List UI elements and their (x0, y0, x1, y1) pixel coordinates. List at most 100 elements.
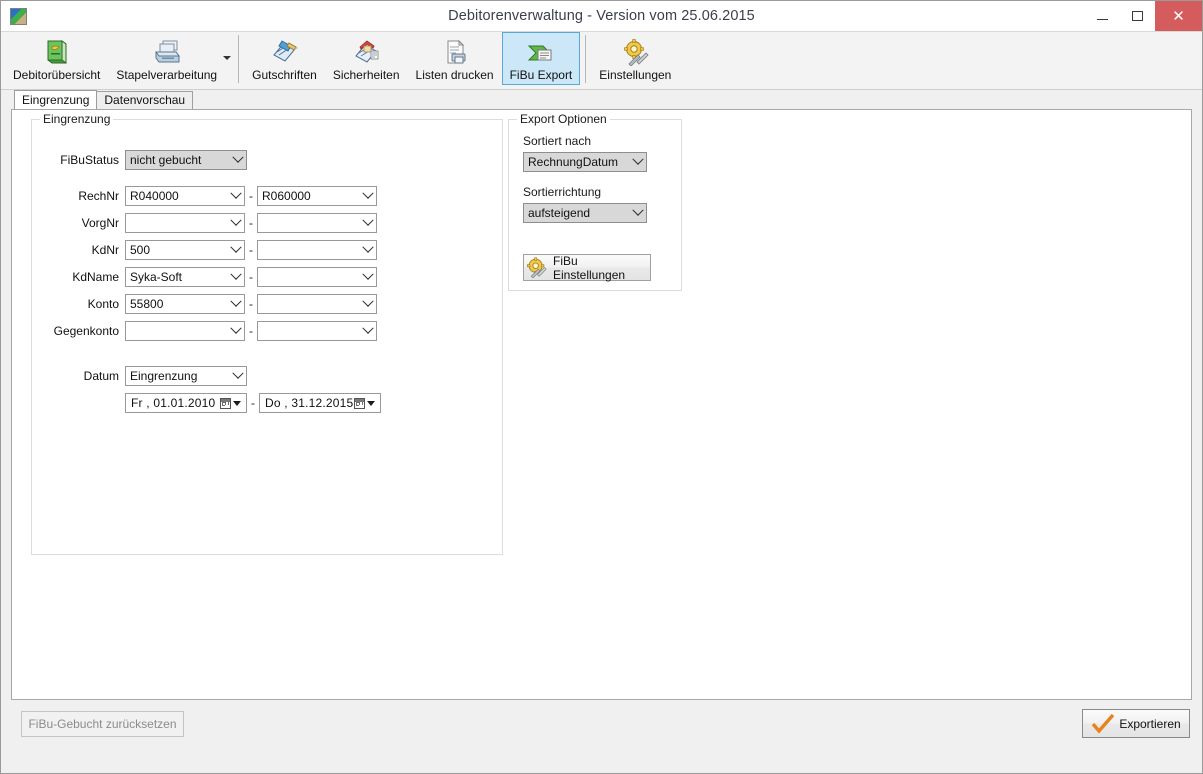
fibu-einstellungen-button[interactable]: FiBu Einstellungen (523, 254, 651, 281)
toolbar-label: Debitorübersicht (13, 68, 100, 82)
reset-button-label: FiBu-Gebucht zurücksetzen (28, 717, 176, 731)
label-rechnr: RechNr (31, 189, 125, 203)
label-sortiert-nach: Sortiert nach (523, 134, 591, 148)
tab-content-panel: Eingrenzung FiBuStatus nicht gebucht Rec… (11, 109, 1192, 700)
range-dash: - (245, 243, 257, 257)
toolbar-item-gutschriften[interactable]: Gutschriften (244, 32, 325, 85)
calendar-icon (354, 398, 365, 409)
chevron-down-icon (227, 192, 244, 200)
row-datum-range: Fr , 01.01.2010 - Do , 31.12.2015 (31, 393, 381, 413)
groupbox-export-optionen: Export Optionen Sortiert nach RechnungDa… (508, 119, 682, 291)
fibustatus-combobox[interactable]: nicht gebucht (125, 150, 247, 170)
tab-datenvorschau[interactable]: Datenvorschau (96, 91, 193, 109)
export-button-label: Exportieren (1119, 717, 1180, 731)
toolbar-item-einstellungen[interactable]: Einstellungen (591, 32, 679, 85)
row-gegenkonto: Gegenkonto - (31, 321, 377, 341)
toolbar-item-stapelverarbeitung[interactable]: Stapelverarbeitung (108, 32, 225, 85)
footer-bar: FiBu-Gebucht zurücksetzen Exportieren (1, 700, 1202, 763)
minimize-button[interactable] (1085, 1, 1120, 31)
green-book-icon (42, 37, 72, 67)
konto-to-combobox[interactable] (257, 294, 377, 314)
orange-checkmark-icon (1091, 713, 1115, 735)
label-gegenkonto: Gegenkonto (31, 324, 125, 338)
rechnr-to-combobox[interactable]: R060000 (257, 186, 377, 206)
label-kdname: KdName (31, 270, 125, 284)
stapelverarbeitung-dropdown-icon[interactable] (223, 56, 231, 60)
toolbar-label: Listen drucken (416, 68, 494, 82)
toolbar-label: Einstellungen (599, 68, 671, 82)
row-rechnr: RechNr R040000 - R060000 (31, 186, 377, 206)
toolbar-item-listen-drucken[interactable]: Listen drucken (408, 32, 502, 85)
toolbar-item-sicherheiten[interactable]: Sicherheiten (325, 32, 408, 85)
row-kdname: KdName Syka-Soft - (31, 267, 377, 287)
gegenkonto-from-combobox[interactable] (125, 321, 245, 341)
row-fibustatus: FiBuStatus nicht gebucht (31, 150, 247, 170)
chevron-down-icon (629, 158, 646, 166)
chevron-down-icon (233, 401, 241, 406)
groupbox-title: Eingrenzung (40, 112, 113, 126)
minimize-icon (1097, 19, 1108, 20)
rechnr-from-combobox[interactable]: R040000 (125, 186, 245, 206)
label-datum: Datum (31, 369, 125, 383)
gegenkonto-to-combobox[interactable] (257, 321, 377, 341)
toolbar-label: FiBu Export (510, 68, 573, 82)
chevron-down-icon (359, 327, 376, 335)
sortierrichtung-combobox[interactable]: aufsteigend (523, 203, 647, 223)
range-dash: - (245, 216, 257, 230)
status-grip (1, 763, 1202, 773)
datum-to-value: Do , 31.12.2015 (260, 396, 354, 410)
title-bar: Debitorenverwaltung - Version vom 25.06.… (1, 1, 1202, 31)
maximize-button[interactable] (1120, 1, 1155, 31)
card-file-box-icon (152, 37, 182, 67)
label-kdnr: KdNr (31, 243, 125, 257)
range-dash: - (245, 297, 257, 311)
sortierrichtung-value: aufsteigend (524, 206, 629, 220)
sortiert-nach-value: RechnungDatum (524, 155, 629, 169)
label-fibustatus: FiBuStatus (31, 153, 125, 167)
toolbar-separator (238, 35, 239, 83)
vorgnr-to-combobox[interactable] (257, 213, 377, 233)
gear-wrench-icon (526, 257, 547, 278)
label-sortierrichtung: Sortierrichtung (523, 185, 601, 199)
range-dash: - (245, 324, 257, 338)
kdnr-to-combobox[interactable] (257, 240, 377, 260)
tab-eingrenzung[interactable]: Eingrenzung (14, 90, 97, 109)
groupbox-title: Export Optionen (517, 112, 610, 126)
chevron-down-icon (359, 300, 376, 308)
fibustatus-value: nicht gebucht (126, 153, 229, 167)
chevron-down-icon (359, 273, 376, 281)
window-title: Debitorenverwaltung - Version vom 25.06.… (1, 8, 1202, 24)
row-datum-mode: Datum Eingrenzung (31, 366, 247, 386)
document-printer-icon (440, 37, 470, 67)
calendar-icon (220, 398, 231, 409)
vorgnr-from-combobox[interactable] (125, 213, 245, 233)
datum-from-datepicker[interactable]: Fr , 01.01.2010 (125, 393, 247, 413)
rechnr-from-value: R040000 (126, 189, 227, 203)
chevron-down-icon (367, 401, 375, 406)
kdnr-from-combobox[interactable]: 500 (125, 240, 245, 260)
toolbar-item-debitoruebersicht[interactable]: Debitorübersicht (5, 32, 108, 85)
chevron-down-icon (227, 219, 244, 227)
gear-wrench-icon (620, 37, 650, 67)
tab-label: Eingrenzung (22, 93, 89, 107)
application-window: Debitorenverwaltung - Version vom 25.06.… (0, 0, 1203, 774)
close-icon: ✕ (1172, 9, 1185, 23)
konto-from-combobox[interactable]: 55800 (125, 294, 245, 314)
exportieren-button[interactable]: Exportieren (1082, 709, 1190, 738)
kdname-to-combobox[interactable] (257, 267, 377, 287)
datum-mode-combobox[interactable]: Eingrenzung (125, 366, 247, 386)
sortiert-nach-combobox[interactable]: RechnungDatum (523, 152, 647, 172)
toolbar-item-fibu-export[interactable]: FiBu Export (502, 32, 581, 85)
kdname-from-combobox[interactable]: Syka-Soft (125, 267, 245, 287)
house-documents-icon (351, 37, 381, 67)
row-kdnr: KdNr 500 - (31, 240, 377, 260)
rechnr-to-value: R060000 (258, 189, 359, 203)
close-button[interactable]: ✕ (1155, 1, 1202, 31)
fibu-einstellungen-label: FiBu Einstellungen (553, 254, 650, 282)
green-export-arrow-icon (526, 37, 556, 67)
range-dash: - (245, 189, 257, 203)
range-dash: - (245, 270, 257, 284)
datum-to-datepicker[interactable]: Do , 31.12.2015 (259, 393, 381, 413)
fibu-gebucht-zuruecksetzen-button[interactable]: FiBu-Gebucht zurücksetzen (21, 711, 184, 737)
chevron-down-icon (229, 372, 246, 380)
